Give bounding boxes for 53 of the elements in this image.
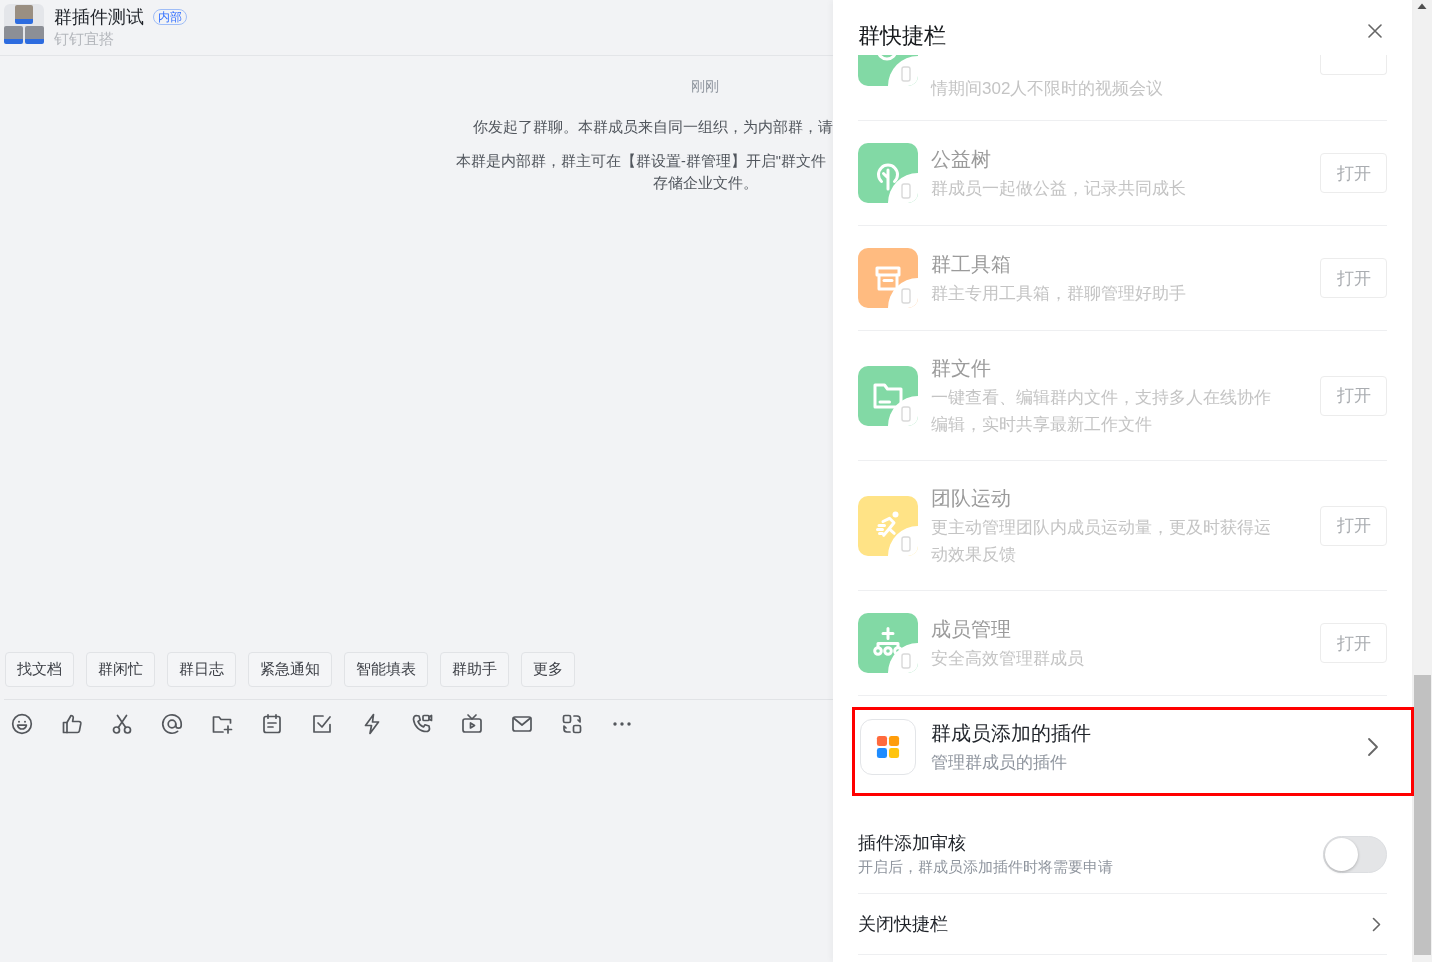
checkbox-icon[interactable] [310,712,334,736]
plugin-description: 管理群成员的插件 [931,752,1068,774]
phone-icon [888,278,918,308]
at-sign-icon[interactable] [160,712,184,736]
timestamp: 刚刚 [691,77,719,96]
quick-action-button[interactable]: 找文档 [5,652,74,687]
smiley-icon[interactable] [10,712,34,736]
chat-subtitle: 钉钉宜搭 [54,29,115,49]
plugin-description: 情期间302人不限时的视频会议 [931,77,1165,100]
four-squares-icon [860,719,916,775]
quick-action-button[interactable]: 更多 [521,652,575,687]
quick-action-button[interactable]: 群助手 [440,652,509,687]
plugin-name: 团队运动 [931,486,1012,511]
tv-play-icon[interactable] [460,712,484,736]
plugin-name: 公益树 [931,147,992,172]
plugin-description: 更主动管理团队内成员运动量，更及时获得运动效果反馈 [931,517,1272,566]
system-message: 你发起了群聊。本群成员来自同一组织，为内部群，请 [473,118,833,137]
swap-icon[interactable] [560,712,584,736]
plugin-name: 群工具箱 [931,252,1012,277]
scrollbar-thumb[interactable] [1414,675,1431,955]
thumbs-up-icon[interactable] [60,712,84,736]
photo-placeholder [25,26,44,44]
phone-icon [888,643,918,673]
notepad-icon[interactable] [260,712,284,736]
system-message: 本群是内部群，群主可在【群设置-群管理】开启"群文件 [456,152,826,171]
system-message: 存储企业文件。 [652,174,758,193]
close-bar-link[interactable]: 关闭快捷栏 [858,911,948,937]
toggle-switch[interactable] [1323,835,1387,873]
phone-icon [888,173,918,203]
chat-title: 群插件测试 [54,6,144,29]
plugin-description: 安全高效管理群成员 [931,648,1085,670]
plugin-description: 群成员一起做公益，记录共同成长 [931,178,1187,200]
plugin-description: 一键查看、编辑群内文件，支持多人在线协作编辑，实时共享最新工作文件 [931,387,1272,436]
chevron-right-icon[interactable] [1372,916,1381,932]
quick-action-button[interactable]: 紧急通知 [248,652,332,687]
photo-placeholder [15,5,33,24]
setting-label: 插件添加审核 [858,832,967,855]
photo-placeholder [4,26,23,44]
phone-icon [888,56,918,86]
quick-action-button[interactable]: 群闲忙 [86,652,155,687]
plugin-link-title[interactable]: 群成员添加的插件 [931,718,1281,749]
plugin-name: 群文件 [931,356,992,381]
setting-hint: 开启后，群成员添加插件时将需要申请 [858,857,1113,877]
panel-title: 群快捷栏 [858,22,946,50]
phone-icon [888,395,918,426]
scissors-icon[interactable] [110,712,134,736]
plugin-description: 群主专用工具箱，群聊管理好助手 [931,283,1187,305]
quick-action-button[interactable]: 智能填表 [344,652,428,687]
phone-icon [888,525,918,556]
chevron-right-icon[interactable] [1367,737,1379,757]
quick-action-button[interactable]: 群日志 [167,652,236,687]
plugin-name: 成员管理 [931,617,1012,642]
close-icon[interactable] [1368,24,1382,38]
